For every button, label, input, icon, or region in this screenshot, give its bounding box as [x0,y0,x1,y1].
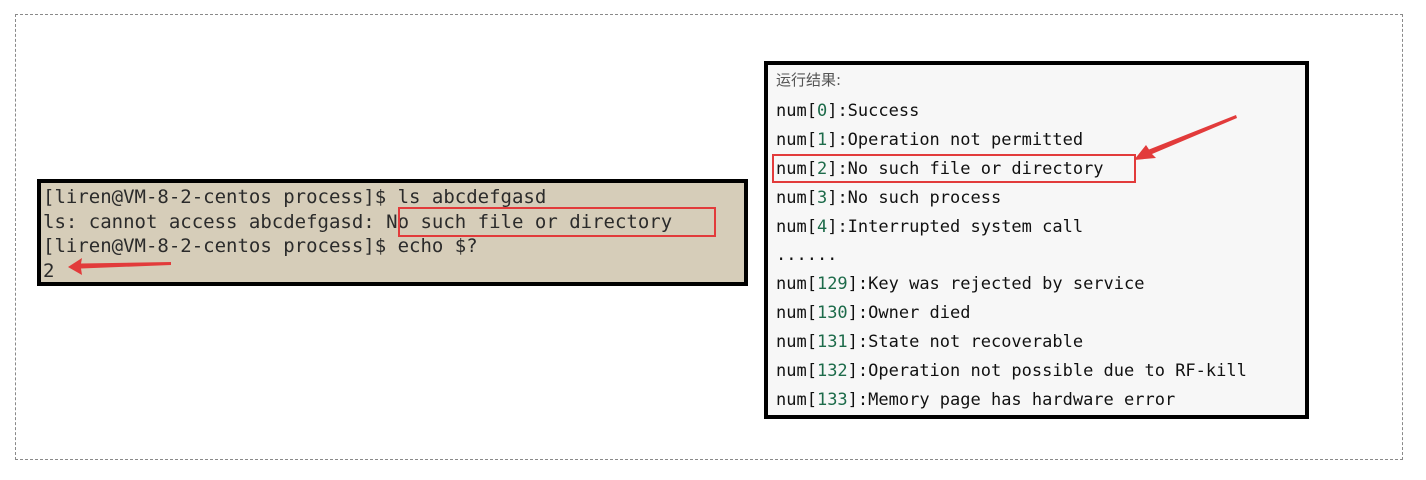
row-prefix: num[ [776,129,817,150]
result-row: num[3]:No such process [776,184,1305,213]
row-index: 131 [816,332,848,353]
row-index: 0 [816,101,828,121]
row-message: ]:Operation not possible due to RF-kill [847,361,1247,382]
row-prefix: num[ [776,274,817,295]
terminal-line-command-echo: [liren@VM-8-2-centos process]$ echo $? [43,235,478,257]
row-message: ]:Interrupted system call [827,216,1084,237]
result-row: num[129]:Key was rejected by service [776,270,1305,299]
result-row: num[4]:Interrupted system call [776,213,1305,242]
row-prefix: num[ [776,101,817,121]
row-prefix: num[ [776,332,817,353]
terminal-window: [liren@VM-8-2-centos process]$ ls abcdef… [37,179,748,286]
row-prefix: num[ [776,187,817,208]
row-index: 132 [816,361,848,382]
result-panel: 运行结果: num[0]:Success num[1]:Operation no… [764,61,1309,419]
row-prefix: num[ [776,389,817,410]
row-message: ]:Owner died [847,303,971,324]
row-message: ]:Key was rejected by service [847,274,1145,295]
row-message: ]:No such process [827,187,1002,208]
result-row: num[131]:State not recoverable [776,328,1305,357]
row-prefix: num[ [776,216,817,237]
terminal-line-command-ls: [liren@VM-8-2-centos process]$ ls abcdef… [43,186,547,208]
result-row: num[1]:Operation not permitted [776,126,1305,155]
result-highlight-box [772,154,1136,183]
row-prefix: num[ [776,303,817,324]
terminal-error-highlight-box [398,207,716,237]
result-row: num[132]:Operation not possible due to R… [776,357,1305,386]
result-row: num[133]:Memory page has hardware error [776,386,1305,415]
row-index: 130 [816,303,848,324]
row-index: 129 [816,274,848,295]
result-title: 运行结果: [776,71,842,89]
row-index: 4 [816,216,828,237]
row-index: 1 [816,129,828,150]
row-message: ]:Success [827,101,920,121]
result-ellipsis: ...... [776,245,838,266]
row-message: ]:Memory page has hardware error [847,389,1176,410]
row-message: ]:Operation not permitted [827,129,1084,150]
row-index: 3 [816,187,828,208]
result-row: num[0]:Success [776,97,1305,126]
result-row: num[130]:Owner died [776,299,1305,328]
row-message: ]:State not recoverable [847,332,1084,353]
row-index: 133 [816,389,848,410]
terminal-line-exit-code: 2 [43,259,55,282]
row-prefix: num[ [776,361,817,382]
